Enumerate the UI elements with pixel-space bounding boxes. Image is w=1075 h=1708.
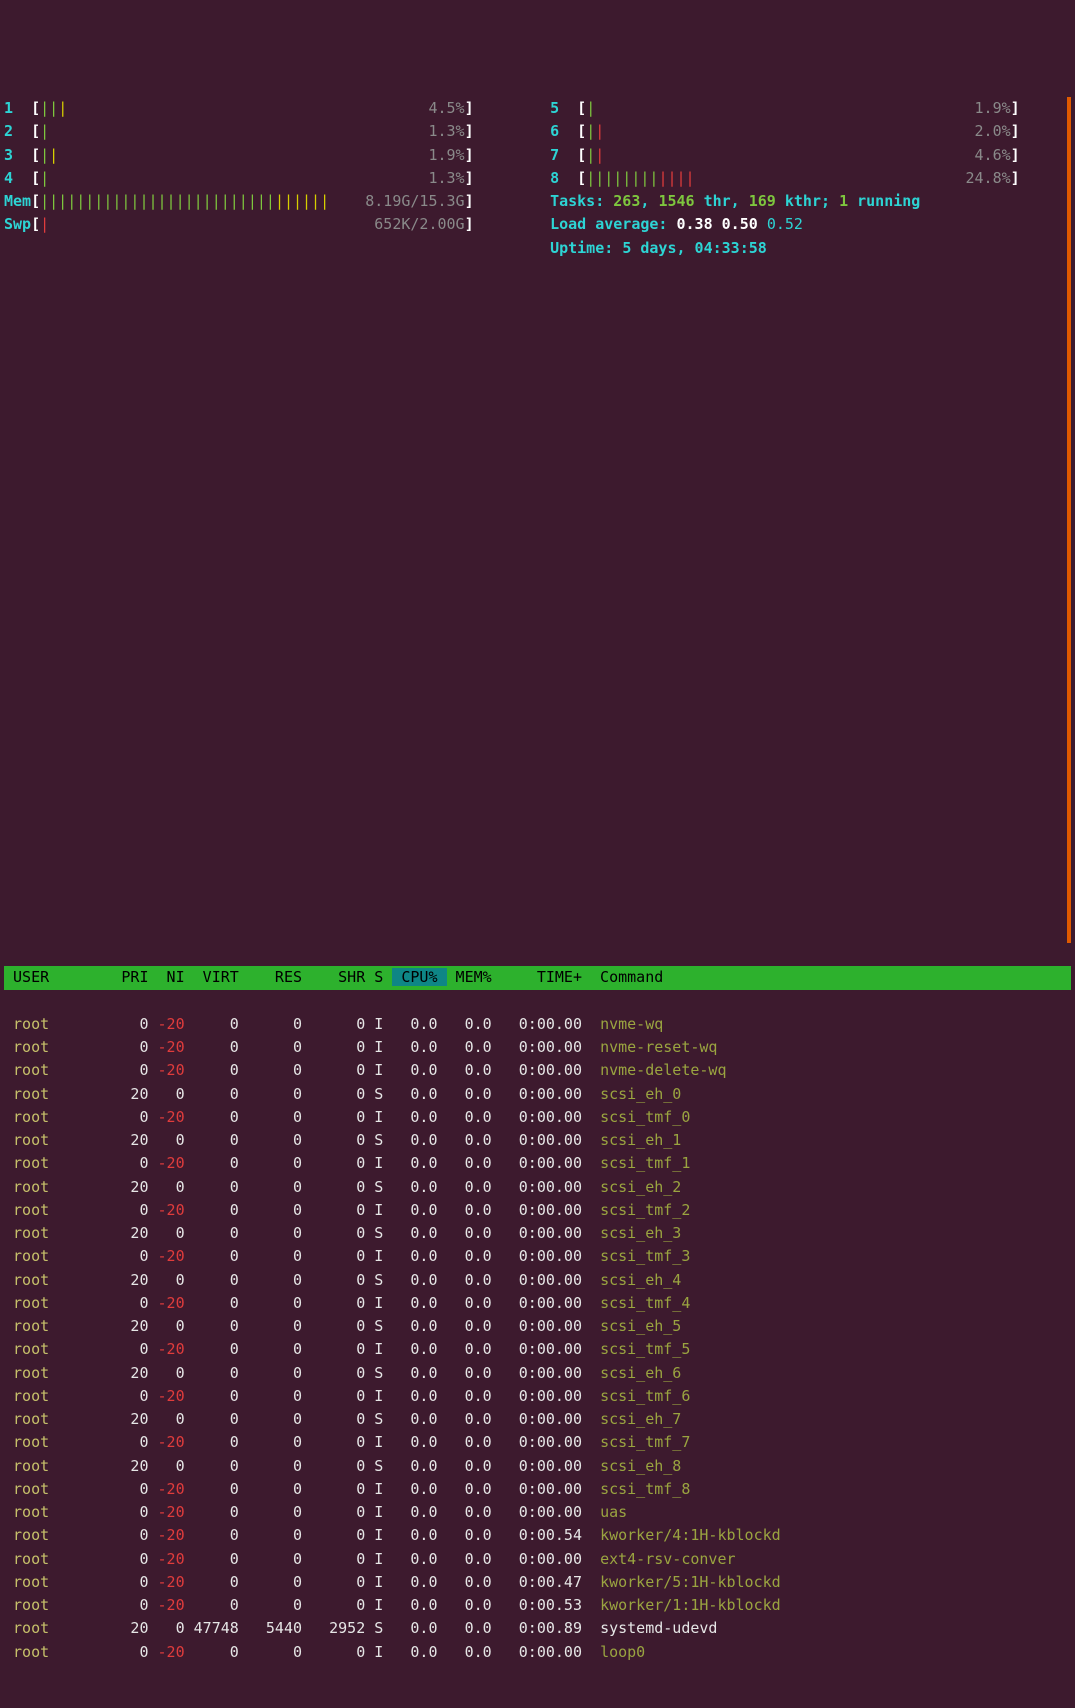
meters-area: 1 [||| 4.5%]2 [| 1.3%]3 [|| 1.9%]4 [| (4, 97, 1071, 943)
table-row[interactable]: root 20 0 0 0 0 S 0.0 0.0 0:00.00 scsi_e… (4, 1362, 1071, 1385)
table-row[interactable]: root 0 -20 0 0 0 I 0.0 0.0 0:00.54 kwork… (4, 1524, 1071, 1547)
cpu-meter-1: 1 [||| 4.5%] (4, 97, 532, 120)
tasks-summary: Tasks: 263, 1546 thr, 169 kthr; 1 runnin… (532, 190, 1067, 213)
cpu-meter-4: 4 [| 1.3%] (4, 167, 532, 190)
table-row[interactable]: root 0 -20 0 0 0 I 0.0 0.0 0:00.00 scsi_… (4, 1385, 1071, 1408)
table-row[interactable]: root 0 -20 0 0 0 I 0.0 0.0 0:00.00 loop0 (4, 1641, 1071, 1664)
table-row[interactable]: root 20 0 0 0 0 S 0.0 0.0 0:00.00 scsi_e… (4, 1408, 1071, 1431)
cpu-meter-6: 6 [|| 2.0%] (532, 120, 1067, 143)
table-row[interactable]: root 0 -20 0 0 0 I 0.0 0.0 0:00.00 scsi_… (4, 1152, 1071, 1175)
table-row[interactable]: root 0 -20 0 0 0 I 0.0 0.0 0:00.00 nvme-… (4, 1013, 1071, 1036)
table-row[interactable]: root 20 0 0 0 0 S 0.0 0.0 0:00.00 scsi_e… (4, 1455, 1071, 1478)
load-average: Load average: 0.38 0.50 0.52 (532, 213, 1067, 236)
left-meters: 1 [||| 4.5%]2 [| 1.3%]3 [|| 1.9%]4 [| (4, 97, 532, 943)
table-row[interactable]: root 20 0 0 0 0 S 0.0 0.0 0:00.00 scsi_e… (4, 1269, 1071, 1292)
table-row[interactable]: root 0 -20 0 0 0 I 0.0 0.0 0:00.00 nvme-… (4, 1036, 1071, 1059)
swap-meter: Swp[| 652K/2.00G] (4, 213, 532, 236)
table-row[interactable]: root 20 0 0 0 0 S 0.0 0.0 0:00.00 scsi_e… (4, 1315, 1071, 1338)
table-row[interactable]: root 0 -20 0 0 0 I 0.0 0.0 0:00.00 nvme-… (4, 1059, 1071, 1082)
process-list[interactable]: root 0 -20 0 0 0 I 0.0 0.0 0:00.00 nvme-… (4, 1013, 1071, 1664)
table-row[interactable]: root 0 -20 0 0 0 I 0.0 0.0 0:00.00 scsi_… (4, 1292, 1071, 1315)
table-row[interactable]: root 0 -20 0 0 0 I 0.0 0.0 0:00.00 scsi_… (4, 1245, 1071, 1268)
cpu-meter-7: 7 [|| 4.6%] (532, 144, 1067, 167)
cpu-meter-2: 2 [| 1.3%] (4, 120, 532, 143)
uptime: Uptime: 5 days, 04:33:58 (532, 237, 1067, 260)
table-row[interactable]: root 0 -20 0 0 0 I 0.0 0.0 0:00.47 kwork… (4, 1571, 1071, 1594)
table-row[interactable]: root 0 -20 0 0 0 I 0.0 0.0 0:00.00 uas (4, 1501, 1071, 1524)
right-meters: 5 [| 1.9%] 6 [|| 2.0%] 7 [|| 4.6%] 8 [||… (532, 97, 1071, 943)
cpu-meter-5: 5 [| 1.9%] (532, 97, 1067, 120)
table-row[interactable]: root 20 0 0 0 0 S 0.0 0.0 0:00.00 scsi_e… (4, 1176, 1071, 1199)
table-row[interactable]: root 0 -20 0 0 0 I 0.0 0.0 0:00.53 kwork… (4, 1594, 1071, 1617)
process-table-header[interactable]: USER PRI NI VIRT RES SHR S CPU% MEM% TIM… (4, 966, 1071, 989)
table-row[interactable]: root 0 -20 0 0 0 I 0.0 0.0 0:00.00 scsi_… (4, 1338, 1071, 1361)
table-row[interactable]: root 20 0 47748 5440 2952 S 0.0 0.0 0:00… (4, 1617, 1071, 1640)
cpu-meter-3: 3 [|| 1.9%] (4, 144, 532, 167)
table-row[interactable]: root 20 0 0 0 0 S 0.0 0.0 0:00.00 scsi_e… (4, 1222, 1071, 1245)
table-row[interactable]: root 0 -20 0 0 0 I 0.0 0.0 0:00.00 scsi_… (4, 1106, 1071, 1129)
table-row[interactable]: root 0 -20 0 0 0 I 0.0 0.0 0:00.00 scsi_… (4, 1478, 1071, 1501)
mem-meter: Mem[|||||||||||||||||||||||||||||||| 8.1… (4, 190, 532, 213)
table-row[interactable]: root 0 -20 0 0 0 I 0.0 0.0 0:00.00 scsi_… (4, 1199, 1071, 1222)
table-row[interactable]: root 20 0 0 0 0 S 0.0 0.0 0:00.00 scsi_e… (4, 1129, 1071, 1152)
table-row[interactable]: root 20 0 0 0 0 S 0.0 0.0 0:00.00 scsi_e… (4, 1083, 1071, 1106)
table-row[interactable]: root 0 -20 0 0 0 I 0.0 0.0 0:00.00 ext4-… (4, 1548, 1071, 1571)
table-row[interactable]: root 0 -20 0 0 0 I 0.0 0.0 0:00.00 scsi_… (4, 1431, 1071, 1454)
cpu-meter-8: 8 [|||||||||||| 24.8%] (532, 167, 1067, 190)
